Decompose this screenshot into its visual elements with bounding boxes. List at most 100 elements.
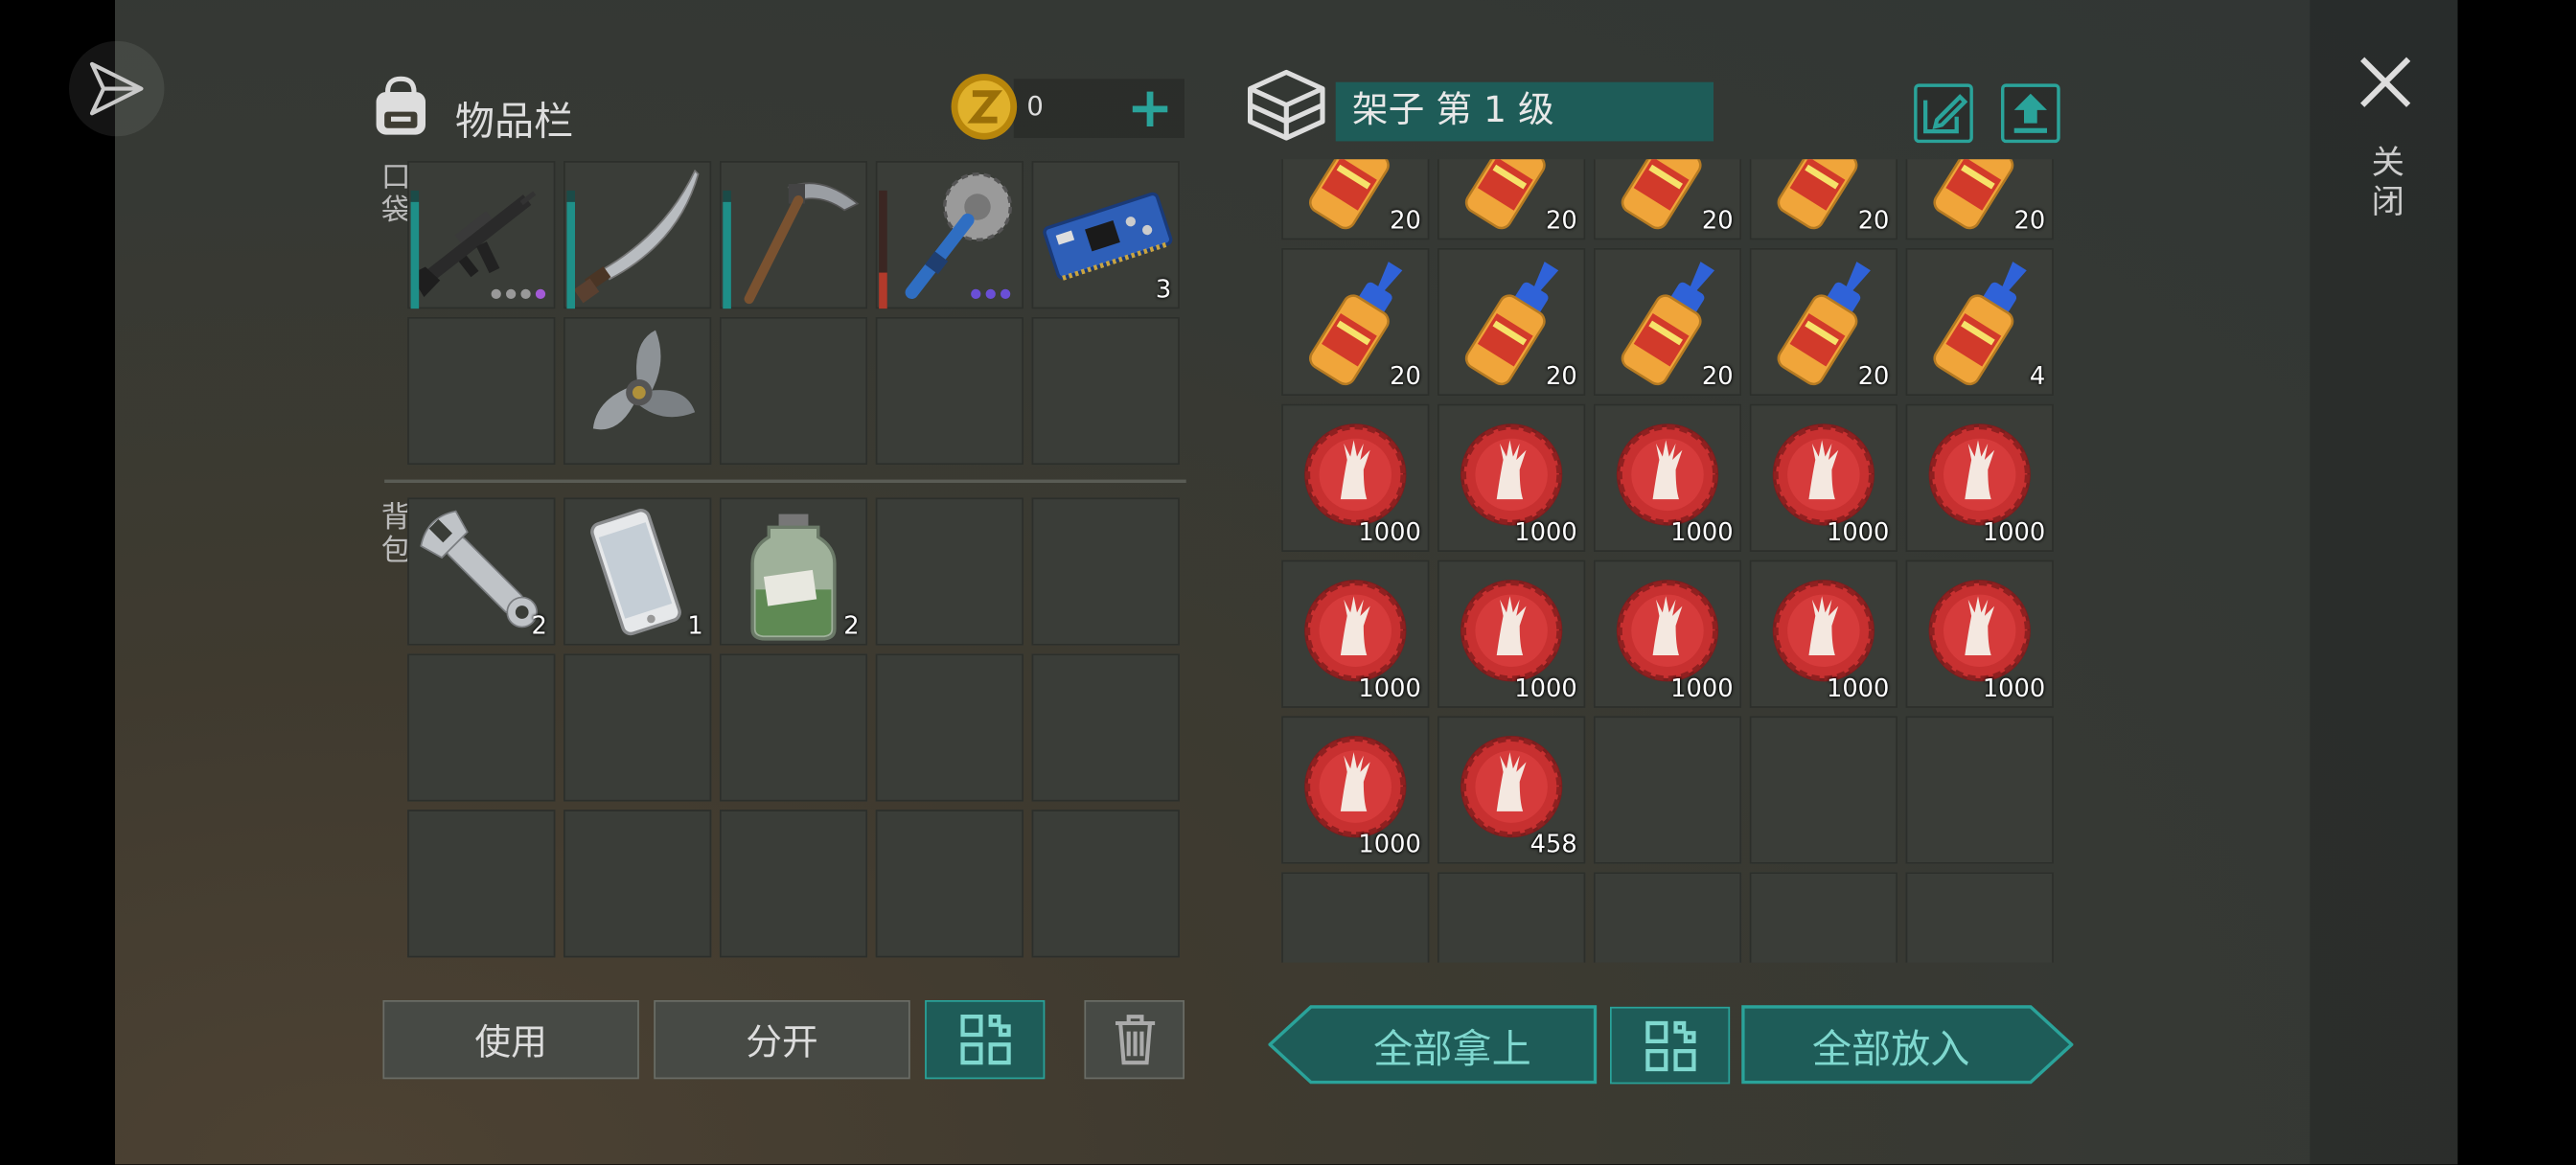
shelf-slot-bottle-cap[interactable]: 1000 — [1438, 560, 1586, 708]
shelf-slot-empty[interactable] — [1749, 872, 1898, 963]
shelf-slot-glue[interactable]: 20 — [1438, 159, 1586, 240]
shelf-slot-bottle-cap[interactable]: 1000 — [1281, 716, 1430, 864]
shelf-slot-glue[interactable]: 20 — [1749, 159, 1898, 240]
pocket-grid: 3 — [407, 161, 1180, 466]
item-quantity: 20 — [1545, 205, 1577, 236]
add-coins-button[interactable]: + — [1124, 79, 1177, 138]
shelf-slot-empty[interactable] — [1749, 716, 1898, 864]
backpack-slot-empty[interactable] — [407, 810, 556, 958]
pocket-slot-saw-mace[interactable] — [875, 161, 1024, 309]
pocket-slot-empty[interactable] — [875, 316, 1024, 466]
backpack-slot-empty[interactable] — [1031, 810, 1180, 958]
item-quantity: 1000 — [1982, 517, 2046, 547]
pocket-slot-machete[interactable] — [564, 161, 712, 309]
shelf-slot-empty[interactable] — [1905, 872, 2054, 963]
item-quantity: 1000 — [1670, 673, 1734, 703]
pocket-slot-assault-rifle[interactable] — [407, 161, 556, 309]
sort-inventory-button[interactable] — [925, 1000, 1046, 1080]
pocket-slot-pickaxe[interactable] — [719, 161, 868, 309]
use-button[interactable]: 使用 — [382, 1000, 639, 1080]
backpack-slot-empty[interactable] — [407, 653, 556, 802]
item-quantity: 1000 — [1826, 517, 1890, 547]
item-quantity: 20 — [1390, 361, 1421, 392]
take-all-label: 全部拿上 — [1373, 1025, 1531, 1072]
shelf-slot-bottle-cap[interactable]: 1000 — [1749, 403, 1898, 553]
upgrade-shelf-button[interactable] — [2001, 83, 2060, 144]
shelf-slot-bottle-cap[interactable]: 1000 — [1905, 403, 2054, 553]
shelf-slot-empty[interactable] — [1281, 872, 1430, 963]
backpack-grid: 2 1 2 — [407, 497, 1180, 958]
item-quantity: 1000 — [1514, 673, 1577, 703]
shelf-slot-glue[interactable]: 20 — [1749, 247, 1898, 397]
item-quantity: 20 — [2013, 205, 2046, 236]
backpack-slot-empty[interactable] — [719, 810, 868, 958]
shelf-slot-bottle-cap[interactable]: 1000 — [1749, 560, 1898, 708]
pocket-slot-propeller[interactable] — [564, 316, 712, 466]
shelf-slot-glue[interactable]: 20 — [1905, 159, 2054, 240]
backpack-slot-empty[interactable] — [1031, 497, 1180, 646]
saw-mace-icon — [905, 172, 1013, 300]
durability-bar — [566, 190, 576, 309]
item-quantity: 1000 — [1514, 517, 1577, 547]
backpack-icon — [368, 72, 434, 138]
rename-shelf-button[interactable] — [1914, 83, 1973, 144]
shelf-slot-bottle-cap[interactable]: 1000 — [1281, 403, 1430, 553]
shelf-slot-bottle-cap[interactable]: 1000 — [1905, 560, 2054, 708]
put-all-label: 全部放入 — [1811, 1025, 1970, 1072]
item-quantity: 1 — [687, 610, 703, 641]
assault-rifle-icon — [410, 191, 537, 298]
item-quantity: 20 — [1701, 361, 1734, 392]
pocket-slot-empty[interactable] — [719, 316, 868, 466]
shelf-slot-bottle-cap[interactable]: 1000 — [1281, 560, 1430, 708]
item-quantity: 1000 — [1358, 673, 1421, 703]
pocket-slot-empty[interactable] — [407, 316, 556, 466]
take-all-button[interactable]: 全部拿上 — [1268, 1005, 1598, 1085]
shelf-slot-bottle-cap[interactable]: 1000 — [1593, 560, 1742, 708]
shelf-grid: 20 20 20 20 20 20 20 20 20 4 1000 1000 1000 1000 1000 1… — [1281, 159, 2054, 963]
shelf-slot-bottle-cap[interactable]: 458 — [1438, 716, 1586, 864]
shelf-slot-empty[interactable] — [1905, 716, 2054, 864]
backpack-slot-empty[interactable] — [875, 653, 1024, 802]
shelf-slot-glue[interactable]: 20 — [1438, 247, 1586, 397]
backpack-slot-empty[interactable] — [1031, 653, 1180, 802]
sort-shelf-button[interactable] — [1610, 1006, 1731, 1085]
shelf-slot-bottle-cap[interactable]: 1000 — [1438, 403, 1586, 553]
item-quantity: 1000 — [1826, 673, 1890, 703]
backpack-slot-wrench[interactable]: 2 — [407, 497, 556, 646]
backpack-slot-chemical-jar[interactable]: 2 — [719, 497, 868, 646]
backpack-slot-empty[interactable] — [564, 810, 712, 958]
backpack-slot-empty[interactable] — [564, 653, 712, 802]
pickaxe-icon — [744, 182, 860, 305]
put-all-button[interactable]: 全部放入 — [1741, 1005, 2074, 1085]
grid-sort-icon — [959, 1015, 1010, 1065]
inventory-title: 物品栏 — [454, 98, 574, 145]
mod-slots-indicator — [971, 288, 1011, 300]
shelf-slot-glue[interactable]: 20 — [1281, 159, 1430, 240]
shelf-slot-glue[interactable]: 4 — [1905, 247, 2054, 397]
shelf-slot-bottle-cap[interactable]: 1000 — [1593, 403, 1742, 553]
shelf-slot-empty[interactable] — [1438, 872, 1586, 963]
pocket-slot-circuit-board[interactable]: 3 — [1031, 161, 1180, 309]
close-label[interactable]: 关闭 — [2362, 145, 2410, 223]
shelf-slot-empty[interactable] — [1593, 716, 1742, 864]
shelf-slot-glue[interactable]: 20 — [1593, 159, 1742, 240]
durability-bar — [879, 190, 887, 309]
shelf-slot-glue[interactable]: 20 — [1593, 247, 1742, 397]
trash-button[interactable] — [1084, 1000, 1185, 1080]
shelf-slot-empty[interactable] — [1593, 872, 1742, 963]
backpack-slot-empty[interactable] — [875, 497, 1024, 646]
backpack-slot-empty[interactable] — [875, 810, 1024, 958]
close-icon[interactable] — [2353, 49, 2419, 115]
pocket-slot-empty[interactable] — [1031, 316, 1180, 466]
backpack-slot-smartphone[interactable]: 1 — [564, 497, 712, 646]
item-quantity: 20 — [1857, 205, 1890, 236]
trash-icon — [1115, 1015, 1155, 1065]
section-divider — [384, 479, 1186, 484]
send-icon[interactable] — [69, 40, 165, 137]
durability-bar — [723, 190, 731, 309]
shelf-scroll-area[interactable]: 20 20 20 20 20 20 20 20 20 4 1000 1000 1000 1000 1000 1… — [1281, 159, 2063, 963]
split-button[interactable]: 分开 — [654, 1000, 910, 1080]
backpack-slot-empty[interactable] — [719, 653, 868, 802]
shelf-slot-glue[interactable]: 20 — [1281, 247, 1430, 397]
item-quantity: 3 — [1155, 274, 1172, 305]
